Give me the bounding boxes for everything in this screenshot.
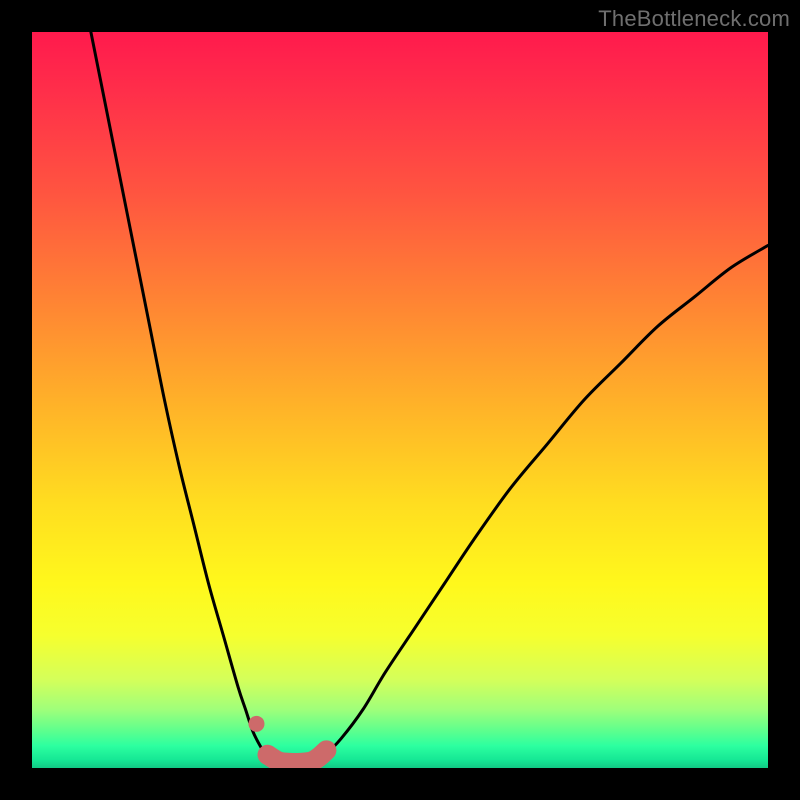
valley-marker-stroke bbox=[268, 750, 327, 763]
right-branch-curve bbox=[312, 245, 768, 762]
outer-frame: TheBottleneck.com bbox=[0, 0, 800, 800]
left-branch-curve bbox=[91, 32, 275, 762]
curve-overlay bbox=[32, 32, 768, 768]
valley-marker-dot bbox=[248, 716, 264, 732]
plot-area bbox=[32, 32, 768, 768]
watermark-text: TheBottleneck.com bbox=[598, 6, 790, 32]
